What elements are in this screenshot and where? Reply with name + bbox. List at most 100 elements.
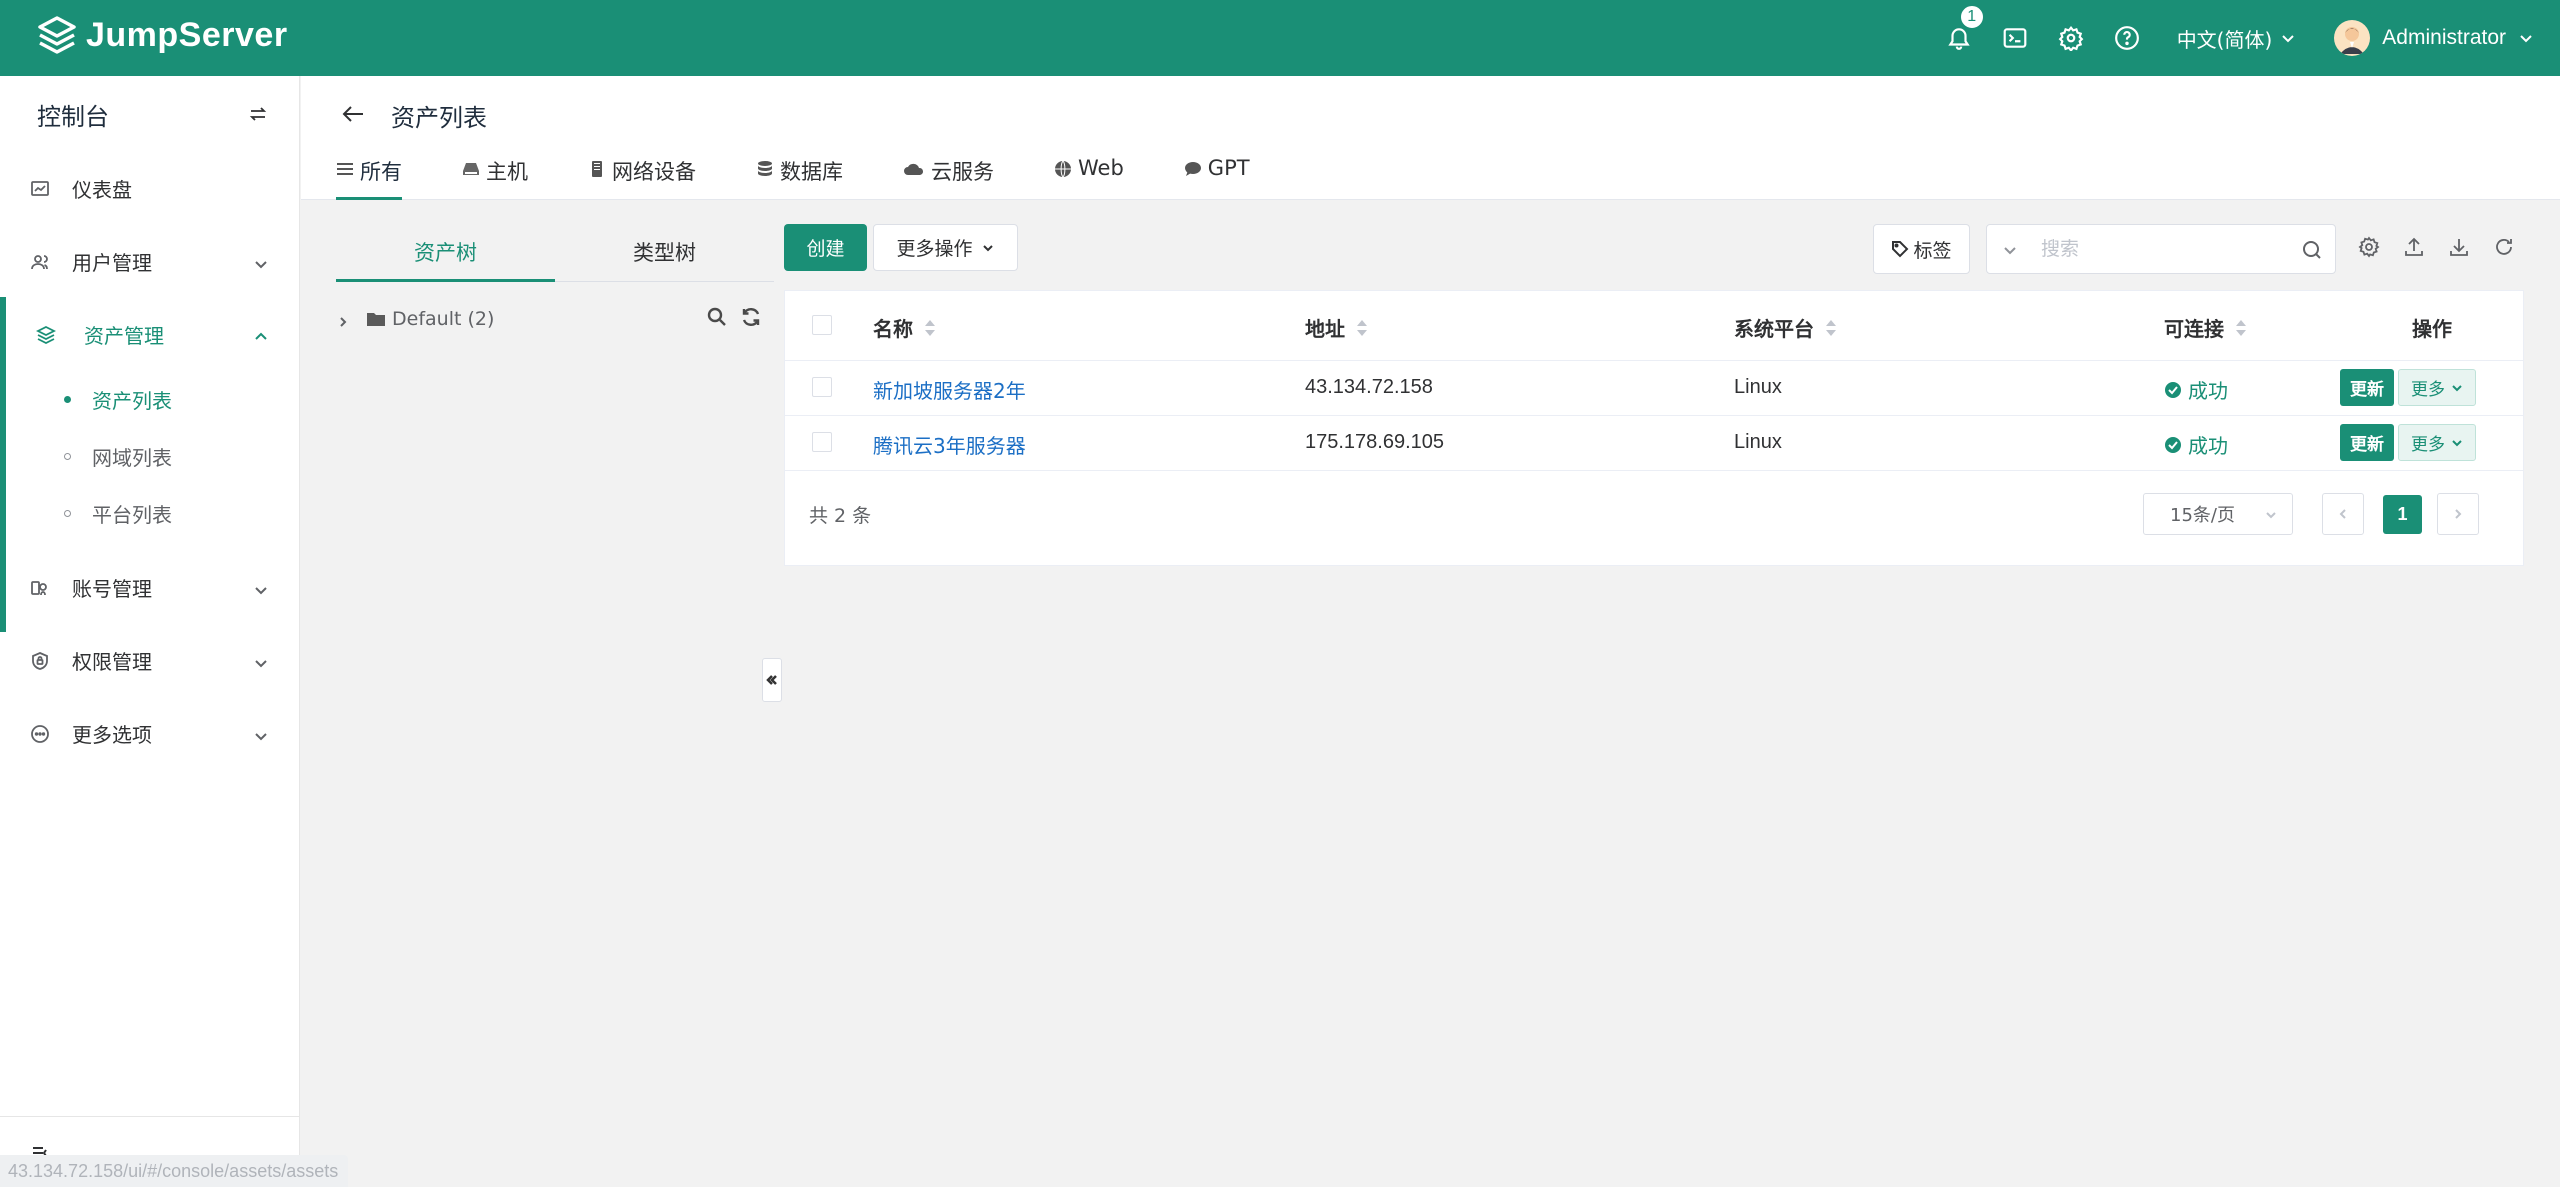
back-button[interactable] — [339, 100, 367, 128]
language-selector[interactable]: 中文(简体) — [2177, 24, 2297, 53]
sidebar-item-assets[interactable]: 资产管理 — [0, 298, 299, 371]
upload-icon — [2405, 237, 2423, 256]
chevron-right-icon[interactable] — [336, 315, 350, 329]
connectivity-status: 成功 — [2164, 430, 2228, 459]
app-name: JumpServer — [86, 15, 288, 54]
import-button[interactable] — [2448, 236, 2470, 258]
sidebar-subitem-platform-list[interactable]: 平台列表 — [0, 485, 299, 542]
app-logo[interactable]: JumpServer — [36, 14, 288, 56]
web-terminal-button[interactable] — [1987, 0, 2043, 76]
layers-icon — [35, 325, 57, 344]
asset-name-link[interactable]: 新加坡服务器2年 — [873, 375, 1026, 404]
column-header-name[interactable]: 名称 — [873, 313, 937, 342]
more-actions-dropdown[interactable]: 更多操作 — [873, 224, 1018, 271]
asset-address: 43.134.72.158 — [1305, 376, 1433, 398]
search-icon[interactable] — [706, 306, 728, 328]
tab-asset-tree[interactable]: 资产树 — [336, 222, 555, 282]
tab-hosts[interactable]: 主机 — [462, 156, 528, 200]
tab-label: 主机 — [486, 160, 528, 184]
device-icon — [592, 161, 602, 177]
page-size-select[interactable]: 15条/页 — [2143, 493, 2293, 535]
sort-icon — [925, 319, 935, 336]
collapse-tree-handle[interactable] — [762, 658, 782, 702]
search-input[interactable] — [2041, 238, 2281, 260]
tab-web[interactable]: Web — [1054, 156, 1124, 200]
connectivity-label: 成功 — [2188, 379, 2228, 403]
table-header: 名称 地址 系统平台 可连接 操作 — [785, 291, 2523, 361]
page-number-current[interactable]: 1 — [2383, 495, 2422, 534]
list-icon — [337, 163, 353, 175]
sidebar: 控制台 仪表盘 用户管理 资产管理 资产列表 网域列表 平台列表 账号管理 权限… — [0, 76, 300, 1187]
more-label: 更多 — [2411, 435, 2445, 455]
prev-page-button[interactable] — [2322, 493, 2364, 535]
export-button[interactable] — [2403, 236, 2425, 258]
gear-icon — [2358, 236, 2380, 258]
tab-all[interactable]: 所有 — [336, 156, 402, 200]
sidebar-item-accounts[interactable]: 账号管理 — [0, 551, 299, 624]
tab-gpt[interactable]: GPT — [1184, 156, 1250, 200]
bullet-icon — [64, 396, 71, 403]
notification-button[interactable]: 1 — [1931, 0, 1987, 76]
sidebar-item-label: 更多选项 — [72, 723, 152, 747]
sort-icon — [1357, 319, 1367, 336]
database-icon — [758, 161, 772, 176]
refresh-icon[interactable] — [740, 306, 762, 328]
tab-network-devices[interactable]: 网络设备 — [588, 156, 696, 200]
chevron-right-icon — [2455, 509, 2462, 519]
column-header-platform[interactable]: 系统平台 — [1734, 313, 1838, 342]
sidebar-item-users[interactable]: 用户管理 — [0, 225, 299, 298]
sidebar-item-label: 资产管理 — [84, 324, 164, 348]
sidebar-item-permissions[interactable]: 权限管理 — [0, 624, 299, 697]
chevron-left-icon — [2339, 509, 2346, 519]
chevron-down-icon — [2452, 384, 2462, 391]
user-avatar-icon — [2340, 27, 2365, 54]
chevron-down-icon — [255, 261, 267, 269]
sidebar-header: 控制台 — [0, 76, 299, 152]
row-checkbox[interactable] — [812, 377, 832, 397]
total-count: 共 2 条 — [809, 505, 872, 527]
sidebar-item-label: 仪表盘 — [72, 178, 132, 202]
double-chevron-left-icon — [766, 675, 777, 685]
sidebar-subitem-asset-list[interactable]: 资产列表 — [0, 371, 299, 428]
update-button[interactable]: 更新 — [2340, 424, 2394, 461]
asset-name-link[interactable]: 腾讯云3年服务器 — [873, 430, 1026, 459]
create-button[interactable]: 创建 — [784, 224, 867, 271]
refresh-icon — [2496, 239, 2512, 255]
table-settings-button[interactable] — [2358, 236, 2380, 258]
tree-actions — [706, 306, 774, 328]
sidebar-item-dashboard[interactable]: 仪表盘 — [0, 152, 299, 225]
row-checkbox[interactable] — [812, 432, 832, 452]
chevron-down-icon — [982, 244, 993, 251]
tag-icon — [1892, 241, 1909, 258]
top-navbar: JumpServer 1 中文(简体) Administrator — [0, 0, 2560, 76]
chat-bubble-icon — [1184, 162, 1201, 176]
search-icon[interactable] — [2301, 239, 2323, 261]
tab-type-tree[interactable]: 类型树 — [555, 222, 774, 282]
user-menu[interactable]: Administrator — [2334, 20, 2534, 56]
tag-filter-button[interactable]: 标签 — [1873, 224, 1970, 274]
chevron-down-icon — [255, 587, 267, 595]
sidebar-subitem-label: 平台列表 — [92, 503, 172, 527]
column-header-address[interactable]: 地址 — [1305, 313, 1369, 342]
sidebar-subitem-zone-list[interactable]: 网域列表 — [0, 428, 299, 485]
row-more-dropdown[interactable]: 更多 — [2398, 424, 2476, 461]
terminal-icon — [2003, 28, 2027, 48]
tab-cloud-services[interactable]: 云服务 — [903, 156, 994, 200]
sidebar-subitem-label: 网域列表 — [92, 446, 172, 470]
settings-button[interactable] — [2043, 0, 2099, 76]
refresh-button[interactable] — [2493, 236, 2515, 258]
help-button[interactable] — [2099, 0, 2155, 76]
table-tools — [2358, 236, 2538, 258]
switch-view-icon[interactable] — [247, 103, 269, 125]
sidebar-item-label: 权限管理 — [72, 650, 152, 674]
sidebar-item-more-options[interactable]: 更多选项 — [0, 697, 299, 770]
tab-databases[interactable]: 数据库 — [756, 156, 843, 200]
chevron-down-icon — [2452, 439, 2462, 446]
next-page-button[interactable] — [2437, 493, 2479, 535]
column-header-connectivity[interactable]: 可连接 — [2164, 313, 2248, 342]
update-button[interactable]: 更新 — [2340, 369, 2394, 406]
select-all-checkbox[interactable] — [812, 315, 832, 335]
row-more-dropdown[interactable]: 更多 — [2398, 369, 2476, 406]
sidebar-item-label: 账号管理 — [72, 577, 152, 601]
chevron-down-icon[interactable] — [2001, 241, 2019, 259]
